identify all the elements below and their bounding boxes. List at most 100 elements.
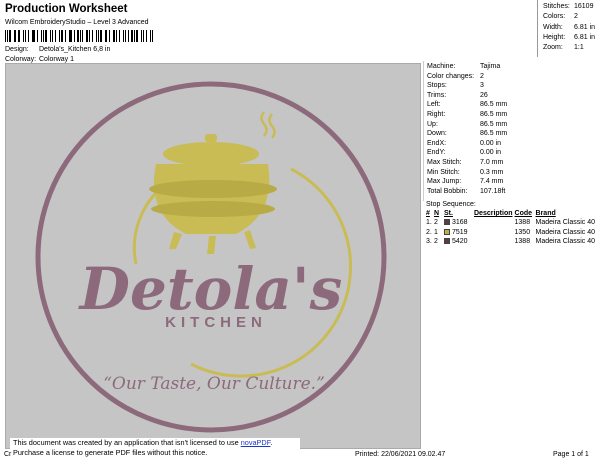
barcode-bar <box>91 30 93 42</box>
barcode-bar <box>59 30 60 42</box>
barcode-bar <box>118 30 120 42</box>
barcode-bar <box>113 30 116 42</box>
barcode-bar <box>36 30 39 42</box>
barcode-bar <box>18 30 21 42</box>
col-num: # <box>426 210 430 217</box>
col-code: Code <box>514 210 533 217</box>
color-swatch <box>444 238 450 245</box>
machine-param-row: Down: 86.5 mm <box>427 130 508 138</box>
tagline-text: “Our Taste, Our Culture.” <box>103 374 325 394</box>
table-row: 2. 1 7519 1350 Madeira Classic 40 <box>426 228 597 238</box>
barcode-bar <box>68 30 70 42</box>
barcode-bar <box>85 30 88 42</box>
stitch-count: 3168 <box>444 218 474 228</box>
barcode-bar <box>136 30 139 42</box>
machine-param-row: Machine: Tajima <box>427 63 501 70</box>
machine-param-row: EndY: 0.00 in <box>427 149 502 157</box>
design-row: Design: Detola's_Kitchen 6,8 in <box>5 46 110 53</box>
colorway-label: Colorway: <box>5 56 37 63</box>
thread-code: 1388 <box>514 219 531 227</box>
embroidery-artwork: Detola's KITCHEN “Our Taste, Our Culture… <box>35 81 387 433</box>
barcode-bar <box>50 30 52 42</box>
barcode-bar <box>143 30 145 42</box>
software-name: Wilcom EmbroideryStudio – Level 3 Advanc… <box>5 19 149 26</box>
table-row: 3. 2 5420 1388 Madeira Classic 40 <box>426 237 597 247</box>
barcode-bar <box>127 30 129 42</box>
machine-param-row: Total Bobbin: 107.18ft <box>427 187 506 195</box>
thread-brand: Madeira Classic 40 <box>535 238 596 246</box>
barcode-bar <box>79 30 81 42</box>
barcode-bar <box>82 30 83 42</box>
machine-param-row: EndX: 0.00 in <box>427 139 502 147</box>
barcode-bar <box>52 30 53 42</box>
barcode-bar <box>95 30 97 42</box>
footer-left-mark: Cr <box>4 451 12 458</box>
machine-param-row: Up: 86.5 mm <box>427 120 508 128</box>
colorway-value: Colorway 1 <box>39 56 75 63</box>
barcode-bar <box>150 30 151 42</box>
wordmark-text: Detola's <box>78 255 343 323</box>
barcode-bar <box>133 30 135 42</box>
barcode-bar <box>28 30 29 42</box>
needle: 2 <box>434 219 438 227</box>
barcode-bar <box>60 30 63 42</box>
barcode-bar <box>54 30 57 42</box>
machine-param-row: Min Stitch: 0.3 mm <box>427 168 504 176</box>
table-header-row: # N St. Description Code Brand <box>426 209 597 218</box>
description <box>474 228 515 238</box>
thread-code: 1388 <box>514 238 531 246</box>
summary-divider <box>537 0 538 57</box>
stop-num: 3. <box>426 238 432 246</box>
barcode-bar <box>100 30 102 42</box>
barcode-bar <box>151 30 154 42</box>
barcode-bar <box>13 30 15 42</box>
design-value: Detola's_Kitchen 6,8 in <box>39 46 111 53</box>
barcode-bar <box>31 30 33 42</box>
table-row: 1. 2 3168 1388 Madeira Classic 40 <box>426 218 597 228</box>
col-description: Description <box>474 210 513 217</box>
stop-num: 2. <box>426 228 432 236</box>
barcode-bar <box>88 30 90 42</box>
barcode-bar <box>45 30 48 42</box>
barcode-bar <box>6 30 8 42</box>
machine-param-row: Stops: 3 <box>427 82 484 90</box>
machine-param-row: Color changes: 2 <box>427 72 484 80</box>
needle: 1 <box>434 228 438 236</box>
barcode-bar <box>64 30 66 42</box>
col-n: N <box>434 210 440 217</box>
subword-text: KITCHEN <box>165 314 267 331</box>
page-title: Production Worksheet <box>5 3 128 15</box>
design-preview[interactable]: Detola's KITCHEN “Our Taste, Our Culture… <box>5 63 421 449</box>
machine-param-row: Max Jump: 7.4 mm <box>427 178 504 186</box>
barcode-bar <box>104 30 106 42</box>
summary-row: Zoom: 1:1 <box>543 44 584 52</box>
stop-sequence-title: Stop Sequence: <box>426 201 476 208</box>
machine-param-row: Left: 86.5 mm <box>427 101 508 109</box>
barcode-bar <box>131 30 133 42</box>
summary-stats: Stitches: 16109 Colors: 2 Width: 6.81 in He… <box>543 2 595 53</box>
needle: 2 <box>434 238 438 246</box>
col-st: St. <box>444 210 453 217</box>
thread-brand: Madeira Classic 40 <box>535 219 596 227</box>
machine-param-row: Trims: 26 <box>427 91 488 99</box>
barcode-bar <box>9 30 11 42</box>
stitch-count: 5420 <box>444 237 474 247</box>
notice-line-2: Purchase a license to generate PDF files… <box>13 448 208 457</box>
pot-icon <box>149 111 277 254</box>
machine-param-row: Max Stitch: 7.0 mm <box>427 159 504 166</box>
machine-param-row: Right: 86.5 mm <box>427 111 508 118</box>
barcode-bar <box>70 30 72 42</box>
summary-row: Width: 6.81 in <box>543 23 596 31</box>
col-brand: Brand <box>535 210 556 217</box>
stitch-count: 7519 <box>444 228 474 238</box>
novapdf-link[interactable]: novaPDF <box>241 438 271 447</box>
stop-sequence-table: # N St. Description Code Brand 1. 2 3168 13… <box>426 209 597 247</box>
summary-row: Colors: 2 <box>543 13 578 21</box>
barcode-bar <box>23 30 24 42</box>
printed-timestamp: Printed: 22/06/2021 09.02.47 <box>355 451 446 458</box>
barcode-bar <box>77 30 79 42</box>
barcode-bar <box>106 30 107 42</box>
barcode-bar <box>41 30 42 42</box>
barcode-bar <box>42 30 44 42</box>
barcode-bar <box>124 30 126 42</box>
